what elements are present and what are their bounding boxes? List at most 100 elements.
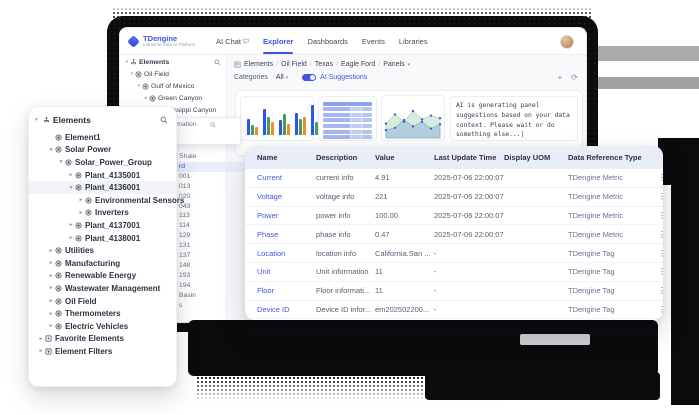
column-header-display-uom: Display UOM bbox=[504, 153, 551, 162]
row-menu-kebab-icon[interactable]: ⋮ bbox=[652, 192, 663, 201]
caret-right-icon[interactable]: ▸ bbox=[67, 222, 75, 228]
row-menu-kebab-icon[interactable]: ⋮ bbox=[652, 230, 663, 239]
caret-right-icon[interactable]: ▸ bbox=[77, 210, 85, 216]
breadcrumb: Elements / Oil Field / Texas / Eagle Ford / Pane… bbox=[227, 55, 586, 68]
table-body: Current current info 4.91 2025-07-06 22:00:… bbox=[245, 169, 663, 320]
caret-down-icon[interactable]: ▾ bbox=[47, 147, 55, 153]
tab-ai-chat[interactable]: AI Chat bbox=[216, 37, 249, 46]
tree-item-environmental-sensors[interactable]: ▸ Environmental Sensors bbox=[29, 194, 185, 207]
caret-right-icon[interactable]: ▸ bbox=[37, 348, 45, 354]
row-menu-kebab-icon[interactable]: ⋮ bbox=[652, 286, 663, 295]
name-cell[interactable]: Unit bbox=[257, 267, 316, 276]
name-cell[interactable]: Device ID bbox=[257, 305, 316, 314]
user-avatar[interactable] bbox=[560, 35, 574, 49]
name-cell[interactable]: Current bbox=[257, 173, 316, 182]
org-tree-icon bbox=[44, 116, 49, 122]
breadcrumb-item-oil-field[interactable]: Oil Field bbox=[281, 61, 307, 68]
caret-down-icon[interactable]: ▾ bbox=[67, 185, 75, 191]
tree-item-electric-vehicles[interactable]: ▸ Electric Vehicles bbox=[29, 320, 176, 333]
tree-item-label: Utilities bbox=[65, 246, 94, 256]
table-row-power[interactable]: Power power info 100.00 2025-07-06 22:00:07… bbox=[245, 207, 663, 226]
search-icon[interactable] bbox=[160, 116, 168, 124]
table-row-floor[interactable]: Floor Floor informati... 11 - TDengine Tag ⋮ bbox=[245, 282, 663, 301]
search-icon[interactable] bbox=[214, 59, 221, 66]
table-row-voltage[interactable]: Voltage voltage info 221 2025-07-06 22:00:0… bbox=[245, 188, 663, 207]
table-row-location[interactable]: Location location info California.San ... -… bbox=[245, 244, 663, 263]
tree-item-renewable-energy[interactable]: ▸ Renewable Energy bbox=[29, 270, 176, 283]
back-tree-item-gulf-of-mexico[interactable]: ▾ Gulf of Mexico bbox=[120, 81, 226, 91]
refresh-button[interactable]: ⟳ bbox=[571, 73, 578, 82]
back-tree-item-green-canyon[interactable]: ▸ Green Canyon bbox=[120, 93, 226, 103]
marketing-composite: TDengine Industrial Data AI Platform AI … bbox=[0, 0, 699, 415]
caret-right-icon[interactable]: ▸ bbox=[67, 172, 75, 178]
tree-item-utilities[interactable]: ▸ Utilities bbox=[29, 244, 176, 257]
breadcrumb-item-elements[interactable]: Elements bbox=[244, 61, 273, 68]
category-select[interactable]: All ▾ bbox=[276, 74, 288, 81]
row-menu-kebab-icon[interactable]: ⋮ bbox=[652, 249, 663, 258]
row-menu-kebab-icon[interactable]: ⋮ bbox=[652, 211, 663, 220]
caret-right-icon[interactable]: ▸ bbox=[47, 298, 55, 304]
tree-item-plant-4137001[interactable]: ▸ Plant_4137001 bbox=[29, 219, 176, 232]
breadcrumb-item-panels[interactable]: Panels bbox=[383, 61, 404, 68]
chevron-down-icon[interactable]: ▾ bbox=[408, 62, 411, 68]
tree-item-favorite-elements[interactable]: ▸ Favorite Elements bbox=[29, 333, 176, 346]
table-row-current[interactable]: Current current info 4.91 2025-07-06 22:00:… bbox=[245, 169, 663, 188]
tree-item-label: Plant_4135001 bbox=[85, 170, 141, 180]
tree-item-wastewater-management[interactable]: ▸ Wastewater Management bbox=[29, 282, 176, 295]
tab-libraries[interactable]: Libraries bbox=[399, 37, 428, 46]
tab-explorer[interactable]: Explorer bbox=[263, 37, 294, 54]
row-menu-kebab-icon[interactable]: ⋮ bbox=[652, 173, 663, 182]
tree-item-element1[interactable]: Element1 bbox=[29, 131, 176, 144]
tree-item-manufacturing[interactable]: ▸ Manufacturing bbox=[29, 257, 176, 270]
row-menu-kebab-icon[interactable]: ⋮ bbox=[652, 267, 663, 276]
tree-item-plant-4135001[interactable]: ▸ Plant_4135001 bbox=[29, 169, 176, 182]
table-chart-thumbnail[interactable] bbox=[318, 96, 377, 141]
value-cell: California.San ... bbox=[375, 248, 431, 258]
caret-right-icon[interactable]: ▸ bbox=[47, 311, 55, 317]
breadcrumb-item-texas[interactable]: Texas bbox=[315, 61, 333, 68]
tree-item-oil-field[interactable]: ▸ Oil Field bbox=[29, 295, 176, 308]
tab-events[interactable]: Events bbox=[362, 37, 385, 46]
element-icon bbox=[135, 71, 142, 77]
brand-logo[interactable]: TDengine Industrial Data AI Platform bbox=[127, 34, 195, 48]
tree-item-plant-4138001[interactable]: ▸ Plant_4138001 bbox=[29, 232, 176, 245]
caret-right-icon[interactable]: ▸ bbox=[47, 273, 55, 279]
row-menu-kebab-icon[interactable]: ⋮ bbox=[652, 305, 663, 314]
tree-item-inverters[interactable]: ▸ Inverters bbox=[29, 207, 176, 220]
area-chart-thumbnail[interactable] bbox=[381, 95, 445, 141]
caret-right-icon[interactable]: ▸ bbox=[67, 235, 75, 241]
elements-tree-header[interactable]: ▾ Elements bbox=[29, 107, 176, 131]
bar-chart-thumbnail[interactable] bbox=[240, 96, 322, 141]
name-cell[interactable]: Floor bbox=[257, 286, 316, 295]
table-row-phase[interactable]: Phase phase info 0.47 2025-07-06 22:00:07 TD… bbox=[245, 225, 663, 245]
breadcrumb-item-eagle-ford[interactable]: Eagle Ford bbox=[341, 61, 375, 68]
ai-suggestions-toggle[interactable] bbox=[302, 74, 317, 81]
table-row-unit[interactable]: Unit Unit information 11 - TDengine Tag ⋮ bbox=[245, 263, 663, 282]
tab-dashboards[interactable]: Dashboards bbox=[307, 37, 347, 46]
back-sidebar-header[interactable]: ▾ Elements bbox=[120, 57, 226, 67]
data-point bbox=[402, 118, 406, 122]
tree-item-label: Electric Vehicles bbox=[65, 321, 129, 331]
table-row-device-id[interactable]: Device ID Device ID infor... em202502200..… bbox=[245, 301, 663, 320]
value-cell: 4.91 bbox=[375, 173, 390, 183]
caret-right-icon[interactable]: ▸ bbox=[47, 260, 55, 266]
tree-item-thermometers[interactable]: ▸ Thermometers bbox=[29, 307, 176, 320]
tree-item-plant-4136001[interactable]: ▾ Plant_4136001 bbox=[29, 181, 176, 194]
tree-item-solar-power-group[interactable]: ▾ Solar_Power_Group bbox=[29, 156, 176, 169]
name-cell[interactable]: Location bbox=[257, 249, 316, 258]
last-update-cell: - bbox=[434, 286, 437, 296]
name-cell[interactable]: Phase bbox=[257, 230, 316, 239]
caret-right-icon[interactable]: ▸ bbox=[77, 197, 85, 203]
name-cell[interactable]: Power bbox=[257, 211, 316, 220]
tree-item-solar-power[interactable]: ▾ Solar Power bbox=[29, 144, 176, 157]
caret-right-icon[interactable]: ▸ bbox=[47, 285, 55, 291]
back-tree-item-oil-field[interactable]: ▾ Oil Field bbox=[120, 69, 226, 79]
caret-right-icon[interactable]: ▸ bbox=[47, 248, 55, 254]
tree-item-element-filters[interactable]: ▸ Element Filters bbox=[29, 345, 176, 358]
name-cell[interactable]: Voltage bbox=[257, 192, 316, 201]
add-panel-button[interactable]: + bbox=[558, 73, 563, 82]
caret-down-icon[interactable]: ▾ bbox=[57, 159, 65, 165]
caret-right-icon[interactable]: ▸ bbox=[37, 336, 45, 342]
ai-suggestions-label: AI Suggestions bbox=[320, 74, 368, 81]
caret-right-icon[interactable]: ▸ bbox=[47, 323, 55, 329]
